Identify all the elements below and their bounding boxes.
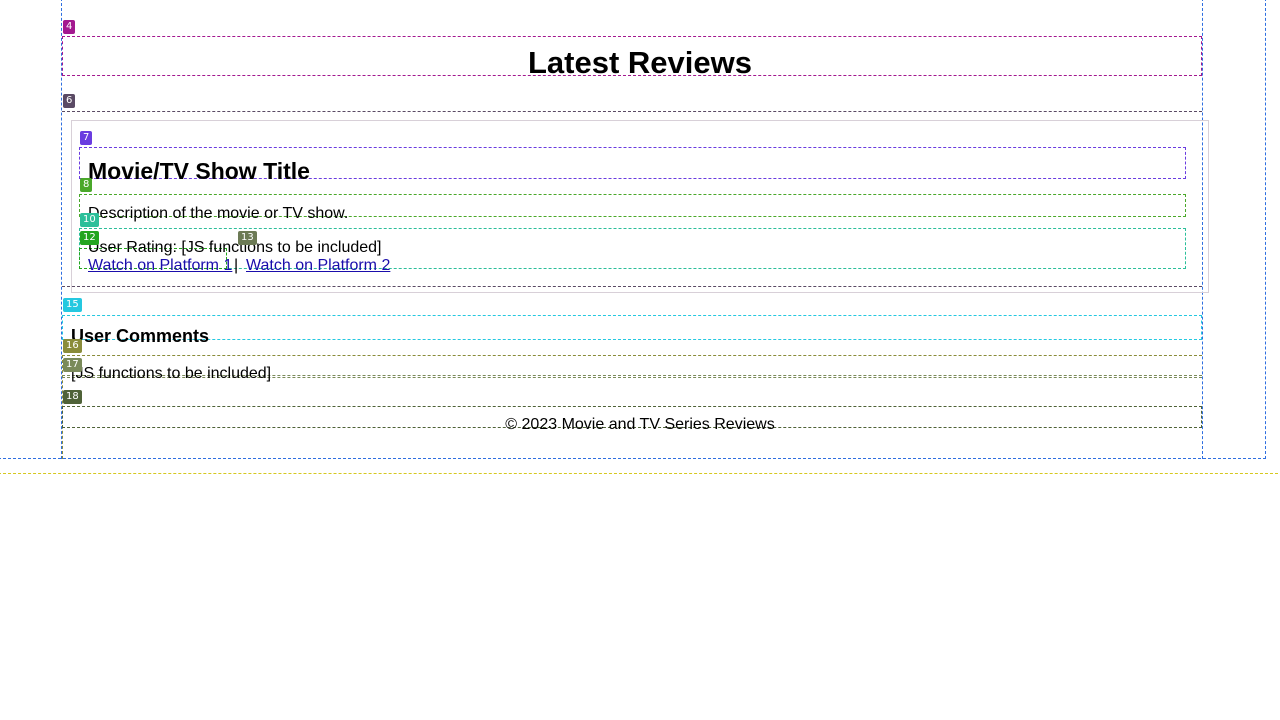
link-separator: | (234, 257, 239, 274)
page-title: Latest Reviews (528, 45, 752, 80)
overlay-label-review-rating: 10 (80, 213, 99, 227)
overlay-label-comments-placeholder: 17 (63, 358, 82, 372)
overlay-label-review-title: 7 (80, 131, 93, 145)
overlay-label-review-link-1: 12 (80, 231, 99, 245)
review-title: Movie/TV Show Title (88, 158, 310, 184)
overlay-label-footer: 18 (63, 390, 82, 404)
footer-text: © 2023 Movie and TV Series Reviews (505, 416, 775, 433)
overlay-label-review-link-2: 13 (238, 231, 257, 245)
comments-heading-box (62, 315, 1202, 340)
review-rating: User Rating: [JS functions to be include… (88, 239, 382, 256)
watch-platform-2-link[interactable]: Watch on Platform 2 (246, 257, 390, 275)
comments-heading: User Comments (71, 326, 210, 346)
comments-placeholder: [JS functions to be included] (71, 365, 272, 382)
watch-platform-1-link[interactable]: Watch on Platform 1 (88, 257, 232, 275)
overlay-label-comments-box: 16 (63, 339, 82, 353)
overlay-label-header: 4 (63, 20, 76, 34)
review-description: Description of the movie or TV show. (88, 205, 349, 222)
overlay-label-review-description: 8 (80, 178, 93, 192)
overlay-label-reviews-section: 6 (63, 94, 76, 108)
overlay-label-comments-heading: 15 (63, 298, 82, 312)
